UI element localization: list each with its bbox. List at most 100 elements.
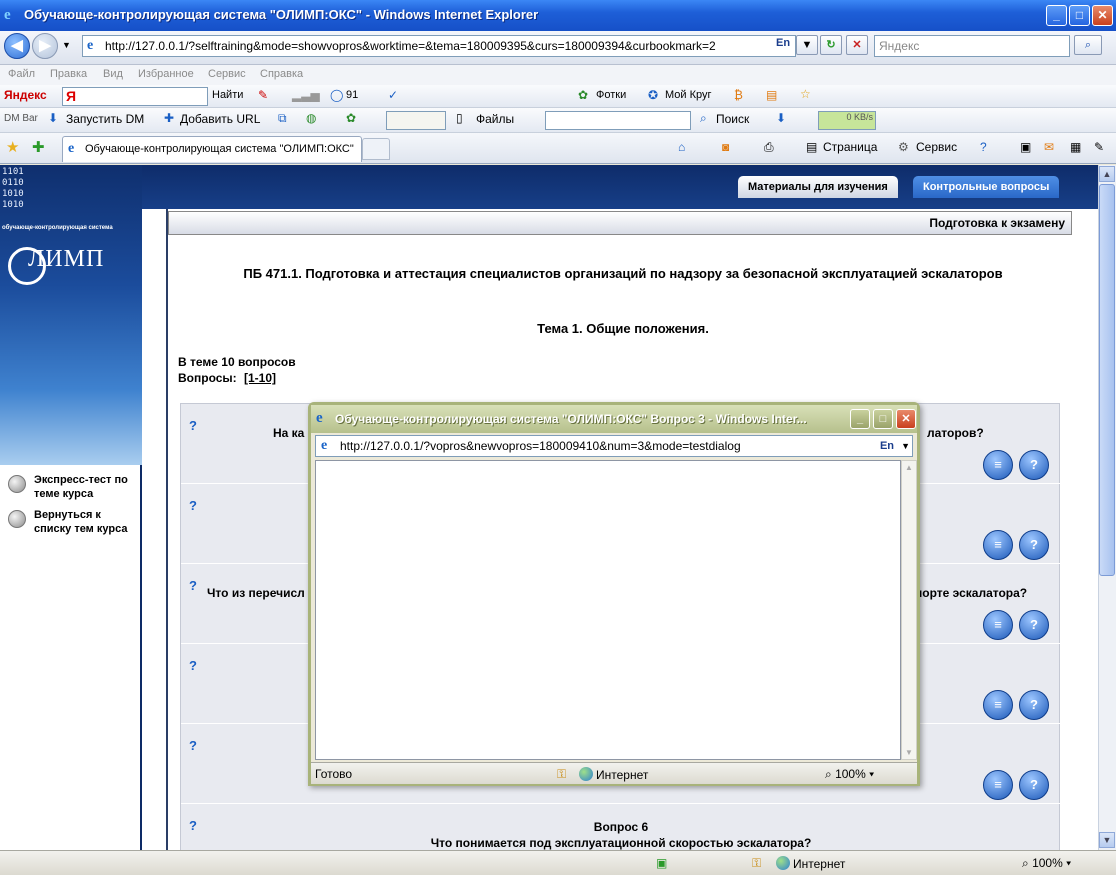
list-icon[interactable]: ≡ [983, 770, 1013, 800]
mail-count-icon[interactable]: ◯ [330, 88, 343, 102]
my-circle-button[interactable]: Мой Круг [665, 89, 712, 101]
page-menu[interactable]: Страница [823, 140, 877, 154]
back-to-themes-link[interactable]: Вернуться к списку тем курса [8, 508, 134, 536]
express-test-link[interactable]: Экспресс-тест по теме курса [8, 473, 134, 501]
dm-search-button[interactable]: Поиск [716, 112, 749, 126]
maximize-button[interactable]: □ [1069, 5, 1090, 26]
browser-tab-label: Обучающе-контролирующая система "ОЛИМП:О… [85, 143, 354, 155]
popup-scroll-up-icon[interactable]: ▲ [905, 463, 913, 472]
history-dropdown-icon[interactable]: ▼ [62, 40, 71, 50]
tab-control-questions[interactable]: Контрольные вопросы [913, 176, 1060, 198]
protected-mode-icon[interactable]: ⚿ [752, 856, 761, 871]
link-icon[interactable]: ⧉ [278, 111, 287, 126]
scroll-up-button[interactable]: ▲ [1099, 166, 1115, 182]
extension-icon[interactable]: ✎ [1094, 140, 1104, 154]
menu-favorites[interactable]: Избранное [138, 68, 194, 80]
stop-button[interactable]: ✕ [846, 35, 868, 55]
popup-maximize-button[interactable]: □ [873, 409, 893, 429]
question-mark-icon[interactable]: ? [189, 498, 197, 513]
list-icon[interactable]: ≡ [983, 450, 1013, 480]
browser-tab[interactable]: e Обучающе-контролирующая система "ОЛИМП… [62, 136, 362, 162]
yandex-find-button[interactable]: Найти [212, 89, 243, 101]
globe-icon[interactable]: ◍ [306, 111, 316, 125]
forward-button[interactable]: ▶ [32, 33, 58, 59]
help-icon[interactable]: ? [1019, 610, 1049, 640]
popup-close-button[interactable]: ✕ [896, 409, 916, 429]
window-titlebar[interactable]: e Обучающе-контролирующая система "ОЛИМП… [0, 0, 1116, 31]
search-button[interactable]: ⌕ [1074, 35, 1102, 55]
my-circle-icon: ✪ [648, 88, 659, 102]
status-zone[interactable]: Интернет [776, 856, 845, 871]
search-input[interactable]: Яндекс [874, 35, 1070, 57]
folder-icon[interactable]: ▤ [766, 88, 777, 102]
home-icon[interactable]: ⌂ [678, 140, 685, 154]
print-icon[interactable]: ⎙ [764, 140, 774, 155]
refresh-button[interactable]: ↻ [820, 35, 842, 55]
favorites-center-icon[interactable]: ★ [6, 138, 19, 156]
question-mark-icon[interactable]: ? [189, 738, 197, 753]
help-icon[interactable]: ? [1019, 770, 1049, 800]
menu-file[interactable]: Файл [8, 68, 35, 80]
start-dm-button[interactable]: Запустить DM [66, 112, 144, 126]
list-icon[interactable]: ≡ [983, 690, 1013, 720]
question-text-left: На ка [273, 426, 305, 440]
menu-view[interactable]: Вид [103, 68, 123, 80]
dm-bar-label: DM Bar [4, 113, 38, 124]
blog-icon[interactable]: ▦ [1070, 140, 1081, 154]
photos-button[interactable]: Фотки [596, 89, 626, 101]
question-mark-icon[interactable]: ? [189, 418, 197, 433]
address-bar[interactable]: e http://127.0.0.1/?selftraining&mode=sh… [82, 35, 796, 57]
signal-icon[interactable]: ▂▃▅ [292, 88, 320, 102]
question-popup-window: e Обучающе-контролирующая система "ОЛИМП… [308, 402, 920, 786]
popup-address-bar[interactable]: e http://127.0.0.1/?vopros&newvopros=180… [315, 435, 913, 457]
close-button[interactable]: ✕ [1092, 5, 1113, 26]
feeds-icon[interactable]: ◙ [722, 140, 729, 154]
help-icon[interactable]: ? [1019, 450, 1049, 480]
popup-scroll-down-icon[interactable]: ▼ [905, 748, 913, 757]
favorites-star-icon[interactable]: ☆ [800, 87, 811, 101]
plugin-icon[interactable]: ✿ [346, 111, 356, 125]
files-dropdown[interactable]: Файлы [476, 112, 514, 126]
tools-menu[interactable]: Сервис [916, 140, 957, 154]
list-icon[interactable]: ≡ [983, 610, 1013, 640]
menu-edit[interactable]: Правка [50, 68, 87, 80]
list-icon[interactable]: ≡ [983, 530, 1013, 560]
add-favorite-icon[interactable]: ✚ [32, 138, 45, 156]
scroll-down-button[interactable]: ▼ [1099, 832, 1115, 848]
popup-page-icon: e [321, 438, 328, 453]
popup-status-zone[interactable]: Интернет [579, 767, 648, 782]
tab-study-materials[interactable]: Материалы для изучения [738, 176, 898, 198]
yandex-search-input[interactable]: Я [62, 87, 208, 106]
add-url-button[interactable]: Добавить URL [180, 112, 260, 126]
popup-minimize-button[interactable]: _ [850, 409, 870, 429]
messenger-icon[interactable]: ✉ [1044, 140, 1054, 154]
spellcheck-icon[interactable]: ✓ [388, 88, 398, 102]
menu-help[interactable]: Справка [260, 68, 303, 80]
logo-caption: обучающе-контролирующая система [2, 225, 113, 231]
popup-address-dropdown-icon[interactable]: ▼ [901, 436, 910, 456]
dm-download-icon[interactable]: ⬇ [776, 111, 786, 125]
money-icon[interactable]: ₿ [734, 88, 743, 102]
help-icon[interactable]: ? [1019, 530, 1049, 560]
address-dropdown-button[interactable]: ▼ [796, 35, 818, 55]
scroll-thumb[interactable] [1099, 184, 1115, 576]
zoom-control[interactable]: ⌕ 100% ▾ [1022, 856, 1071, 871]
status-bar: ▣ ⚿ Интернет ⌕ 100% ▾ [0, 850, 1116, 875]
help-menu-icon[interactable]: ? [980, 140, 987, 154]
new-tab-button[interactable] [362, 138, 390, 160]
questions-range-link[interactable]: [1-10] [244, 371, 276, 385]
minimize-button[interactable]: _ [1046, 5, 1067, 26]
research-icon[interactable]: ▣ [1020, 140, 1031, 154]
help-icon[interactable]: ? [1019, 690, 1049, 720]
pen-icon[interactable]: ✎ [258, 88, 268, 102]
popup-zoom-control[interactable]: ⌕ 100% ▾ [825, 767, 874, 782]
popup-protected-mode-icon[interactable]: ⚿ [557, 767, 566, 782]
popup-scrollbar[interactable]: ▲ ▼ [901, 460, 917, 760]
question-mark-icon[interactable]: ? [189, 578, 197, 593]
question-mark-icon[interactable]: ? [189, 658, 197, 673]
menu-tools[interactable]: Сервис [208, 68, 246, 80]
popup-titlebar[interactable]: e Обучающе-контролирующая система "ОЛИМП… [311, 405, 917, 433]
back-button[interactable]: ◀ [4, 33, 30, 59]
yandex-brand[interactable]: Яндекс [4, 88, 47, 102]
dm-search-input[interactable] [545, 111, 691, 130]
